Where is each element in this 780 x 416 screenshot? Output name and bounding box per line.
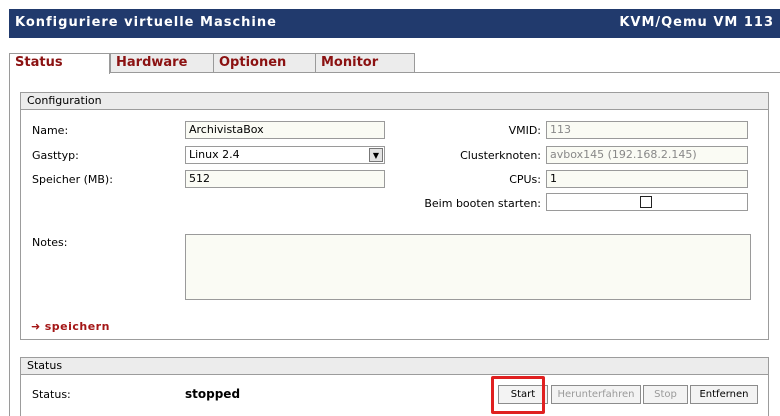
tab-hardware[interactable]: Hardware bbox=[110, 53, 214, 72]
cpus-field[interactable]: 1 bbox=[546, 170, 748, 188]
boot-checkbox-frame bbox=[546, 193, 748, 211]
speicher-label: Speicher (MB): bbox=[32, 173, 113, 186]
remove-button[interactable]: Entfernen bbox=[690, 385, 758, 404]
tab-divider bbox=[9, 72, 780, 73]
boot-label: Beim booten starten: bbox=[424, 197, 541, 210]
status-value: stopped bbox=[185, 387, 241, 401]
notes-textarea[interactable] bbox=[185, 234, 751, 300]
tab-status[interactable]: Status bbox=[9, 53, 110, 74]
gasttyp-value: Linux 2.4 bbox=[189, 148, 240, 161]
stop-button[interactable]: Stop bbox=[643, 385, 688, 404]
status-label: Status: bbox=[32, 388, 71, 401]
clusterknoten-field: avbox145 (192.168.2.145) bbox=[546, 146, 748, 164]
window-titlebar: Konfiguriere virtuelle Maschine KVM/Qemu… bbox=[9, 9, 780, 38]
configuration-heading: Configuration bbox=[21, 93, 768, 110]
cpus-label: CPUs: bbox=[509, 173, 541, 186]
notes-label: Notes: bbox=[32, 236, 68, 249]
tab-monitor[interactable]: Monitor bbox=[315, 53, 415, 72]
status-heading: Status bbox=[21, 358, 768, 375]
page-title: Konfiguriere virtuelle Maschine bbox=[15, 15, 277, 30]
start-button[interactable]: Start bbox=[498, 385, 548, 404]
name-field[interactable]: ArchivistaBox bbox=[185, 121, 385, 139]
tab-optionen[interactable]: Optionen bbox=[213, 53, 316, 72]
save-link[interactable]: ➜ speichern bbox=[31, 320, 110, 333]
boot-checkbox[interactable] bbox=[640, 196, 652, 208]
clusterknoten-label: Clusterknoten: bbox=[460, 149, 541, 162]
tab-frame bbox=[9, 72, 10, 416]
vmid-label: VMID: bbox=[508, 124, 541, 137]
name-label: Name: bbox=[32, 124, 69, 137]
gasttyp-select[interactable]: Linux 2.4 ▼ bbox=[185, 146, 385, 164]
save-label: speichern bbox=[44, 320, 110, 333]
gasttyp-label: Gasttyp: bbox=[32, 149, 79, 162]
vmid-field: 113 bbox=[546, 121, 748, 139]
tab-bar: Status Hardware Optionen Monitor bbox=[9, 53, 780, 74]
chevron-down-icon[interactable]: ▼ bbox=[369, 148, 383, 162]
shutdown-button[interactable]: Herunterfahren bbox=[551, 385, 641, 404]
vm-label: KVM/Qemu VM 113 bbox=[619, 15, 774, 30]
speicher-field[interactable]: 512 bbox=[185, 170, 385, 188]
arrow-right-icon: ➜ bbox=[31, 320, 41, 333]
